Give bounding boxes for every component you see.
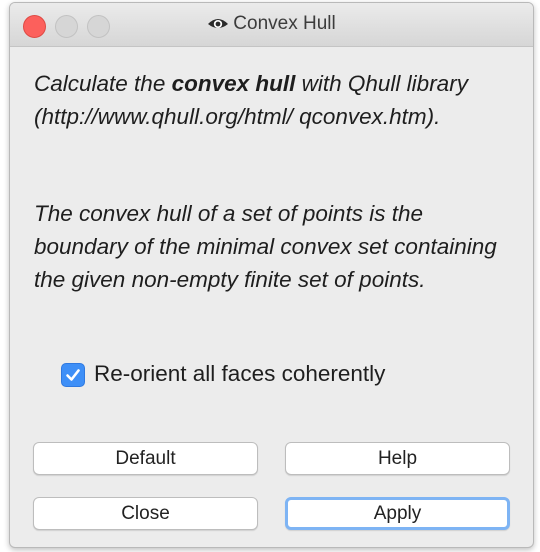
description-text: Calculate the: [34, 71, 172, 96]
convex-hull-dialog: Convex Hull Calculate the convex hull wi…: [9, 2, 534, 548]
window-title-text: Convex Hull: [233, 13, 336, 34]
reorient-checkbox[interactable]: [61, 363, 85, 387]
description-bold-text: convex hull: [171, 71, 296, 96]
title-bar[interactable]: Convex Hull: [10, 3, 533, 47]
reorient-label[interactable]: Re-orient all faces coherently: [94, 361, 385, 387]
window-title: Convex Hull: [10, 13, 533, 35]
apply-button[interactable]: Apply: [285, 497, 510, 530]
meshlab-eye-icon: [207, 15, 229, 31]
help-button[interactable]: Help: [285, 442, 510, 475]
filter-description: Calculate the convex hull with Qhull lib…: [34, 67, 514, 133]
dialog-content: Calculate the convex hull with Qhull lib…: [10, 47, 533, 547]
close-button[interactable]: Close: [33, 497, 258, 530]
default-button[interactable]: Default: [33, 442, 258, 475]
filter-explanation: The convex hull of a set of points is th…: [34, 201, 497, 292]
checkmark-icon: [66, 369, 80, 381]
